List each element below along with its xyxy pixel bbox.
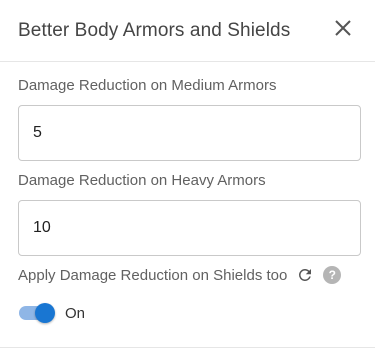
dialog-title: Better Body Armors and Shields: [18, 19, 291, 41]
toggle-thumb: [35, 303, 55, 323]
heavy-armor-input[interactable]: [18, 200, 361, 256]
medium-armor-label: Damage Reduction on Medium Armors: [18, 77, 277, 94]
medium-armor-input[interactable]: [18, 105, 361, 161]
close-icon: [335, 20, 351, 36]
close-button[interactable]: [333, 18, 353, 38]
shields-toggle-row: On: [18, 303, 85, 323]
reset-icon[interactable]: [296, 266, 314, 284]
shields-toggle[interactable]: [18, 303, 56, 323]
bottom-divider: [0, 347, 375, 348]
shields-label: Apply Damage Reduction on Shields too: [18, 266, 288, 284]
help-icon[interactable]: ?: [323, 266, 342, 284]
header-divider: [0, 61, 375, 62]
heavy-armor-label: Damage Reduction on Heavy Armors: [18, 172, 266, 189]
toggle-state-label: On: [65, 304, 86, 322]
settings-dialog: Better Body Armors and Shields Damage Re…: [0, 0, 375, 356]
shields-setting-row: Apply Damage Reduction on Shields too ?: [18, 266, 342, 284]
dialog-header: Better Body Armors and Shields: [0, 0, 375, 61]
